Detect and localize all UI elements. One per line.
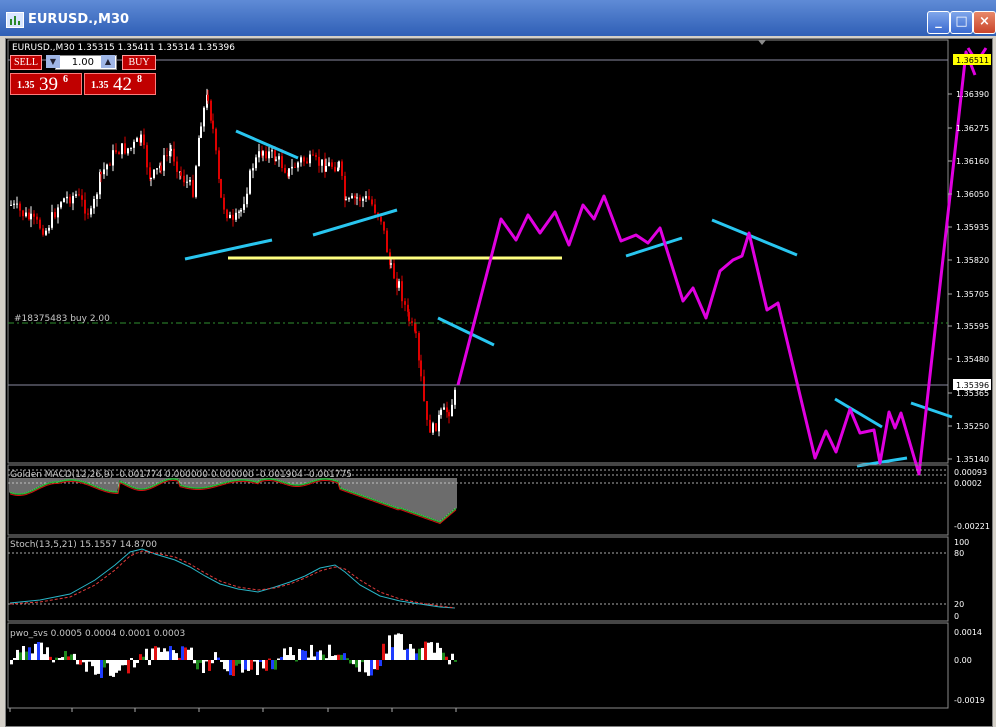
stoch-axis-20: 20 (954, 600, 964, 609)
time-tick-label: 15 Jan 23:30 (70, 713, 121, 722)
pwo-axis-mid: 0.00 (954, 656, 972, 665)
time-tick-label: 16 Jan 15:30 (197, 713, 248, 722)
macd-axis-top: 0.00093 (954, 468, 987, 477)
high-marker: 1.36511 (956, 56, 989, 65)
pwo-axis-bottom: -0.0019 (954, 696, 985, 705)
buy-price[interactable]: 1.35 42 8 (84, 73, 156, 95)
macd-label: Golden MACD(12,26,9) -0.001774 0.000000 … (10, 470, 352, 480)
time-tick-label: 15 Jan 2014 (8, 713, 56, 722)
chart-canvas[interactable]: #18375483 buy 2.00 EURUSD.,M30 1.35315 1… (0, 0, 996, 727)
main-chart-frame (7, 39, 949, 464)
price-tick-label: 1.36160 (956, 157, 989, 166)
time-tick-label: 17 Jan 07:30 (326, 713, 377, 722)
stoch-axis-80: 80 (954, 549, 964, 558)
stoch-signal-line (9, 550, 456, 609)
price-tick-label: 1.36050 (956, 190, 989, 199)
time-tick-label: 17 Jan 23:30 (454, 713, 505, 722)
chart-shift-marker[interactable] (758, 40, 766, 45)
stoch-axis-0: 0 (954, 612, 959, 621)
price-tick-label: 1.36390 (956, 90, 989, 99)
price-tick-label: 1.35935 (956, 223, 989, 232)
macd-axis-bottom: -0.00221 (954, 522, 990, 531)
order-label: #18375483 buy 2.00 (14, 314, 110, 324)
chart-header: EURUSD.,M30 1.35315 1.35411 1.35314 1.35… (12, 43, 235, 53)
lot-down-icon[interactable]: ▼ (46, 55, 60, 68)
pwo-label: pwo_svs 0.0005 0.0004 0.0001 0.0003 (10, 629, 185, 639)
price-tick-label: 1.35140 (956, 455, 989, 464)
one-click-trade-panel: SELL 1.00 ▼ ▲ BUY 1.35 39 6 1.35 42 8 (10, 55, 156, 95)
price-tick-label: 1.35480 (956, 355, 989, 364)
stoch-label: Stoch(13,5,21) 15.1557 14.8700 (10, 540, 157, 550)
price-tick-label: 1.35595 (956, 322, 989, 331)
time-tick-label: 16 Jan 23:30 (261, 713, 312, 722)
time-axis: 15 Jan 2014 15 Jan 23:30 16 Jan 07:30 16 Ja… (8, 708, 505, 722)
stoch-axis-100: 100 (954, 538, 969, 547)
pwo-axis-top: 0.0014 (954, 628, 982, 637)
time-tick-label: 17 Jan 15:30 (390, 713, 441, 722)
sell-button[interactable]: SELL (10, 55, 42, 70)
sell-price[interactable]: 1.35 39 6 (10, 73, 82, 95)
macd-histogram (9, 478, 457, 525)
projection-path[interactable] (456, 50, 977, 476)
price-tick-label: 1.35705 (956, 290, 989, 299)
stoch-main-line (9, 548, 456, 609)
candlesticks (10, 88, 456, 437)
price-tick-label: 1.36275 (956, 124, 989, 133)
lot-up-icon[interactable]: ▲ (101, 55, 115, 68)
price-tick-label: 1.35820 (956, 256, 989, 265)
price-tick-label: 1.35250 (956, 422, 989, 431)
pwo-histogram (10, 633, 457, 678)
macd-axis-mid: 0.0002 (954, 479, 982, 488)
lot-size-value: 1.00 (71, 57, 94, 68)
current-price: 1.35396 (956, 381, 989, 390)
price-tick-label: 1.35365 (956, 389, 989, 398)
trendlines[interactable] (184, 129, 953, 468)
time-tick-label: 16 Jan 07:30 (133, 713, 184, 722)
buy-button[interactable]: BUY (122, 55, 156, 70)
